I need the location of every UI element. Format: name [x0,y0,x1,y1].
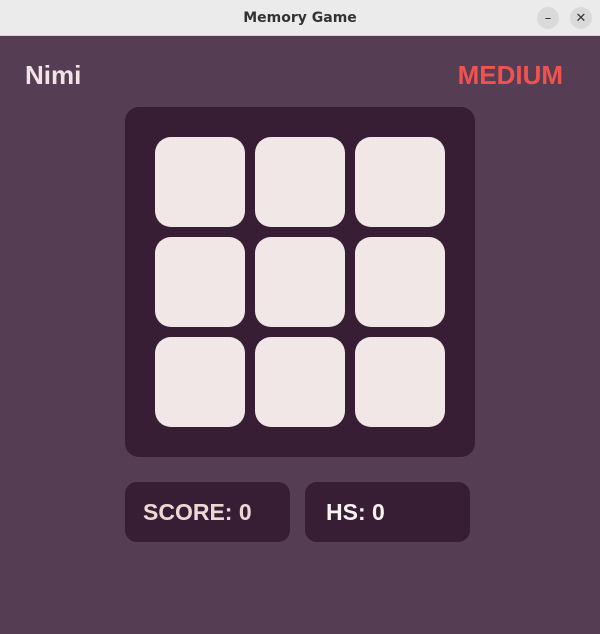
game-area: Nimi MEDIUM SCORE: 0 HS: 0 [0,36,600,634]
game-board [125,107,475,457]
card-grid [155,137,445,427]
score-box: SCORE: 0 [125,482,290,542]
minimize-button[interactable]: – [537,7,559,29]
window-title: Memory Game [243,10,357,26]
card-2[interactable] [255,137,345,227]
difficulty-label: MEDIUM [457,60,563,90]
card-9[interactable] [355,337,445,427]
card-4[interactable] [155,237,245,327]
high-score-box: HS: 0 [305,482,470,542]
player-name: Nimi [25,60,82,90]
score-text: SCORE: 0 [143,498,252,525]
title-bar: Memory Game – ✕ [0,0,600,36]
card-1[interactable] [155,137,245,227]
card-5[interactable] [255,237,345,327]
card-6[interactable] [355,237,445,327]
card-8[interactable] [255,337,345,427]
card-7[interactable] [155,337,245,427]
close-button[interactable]: ✕ [570,7,592,29]
high-score-text: HS: 0 [326,498,385,525]
card-3[interactable] [355,137,445,227]
